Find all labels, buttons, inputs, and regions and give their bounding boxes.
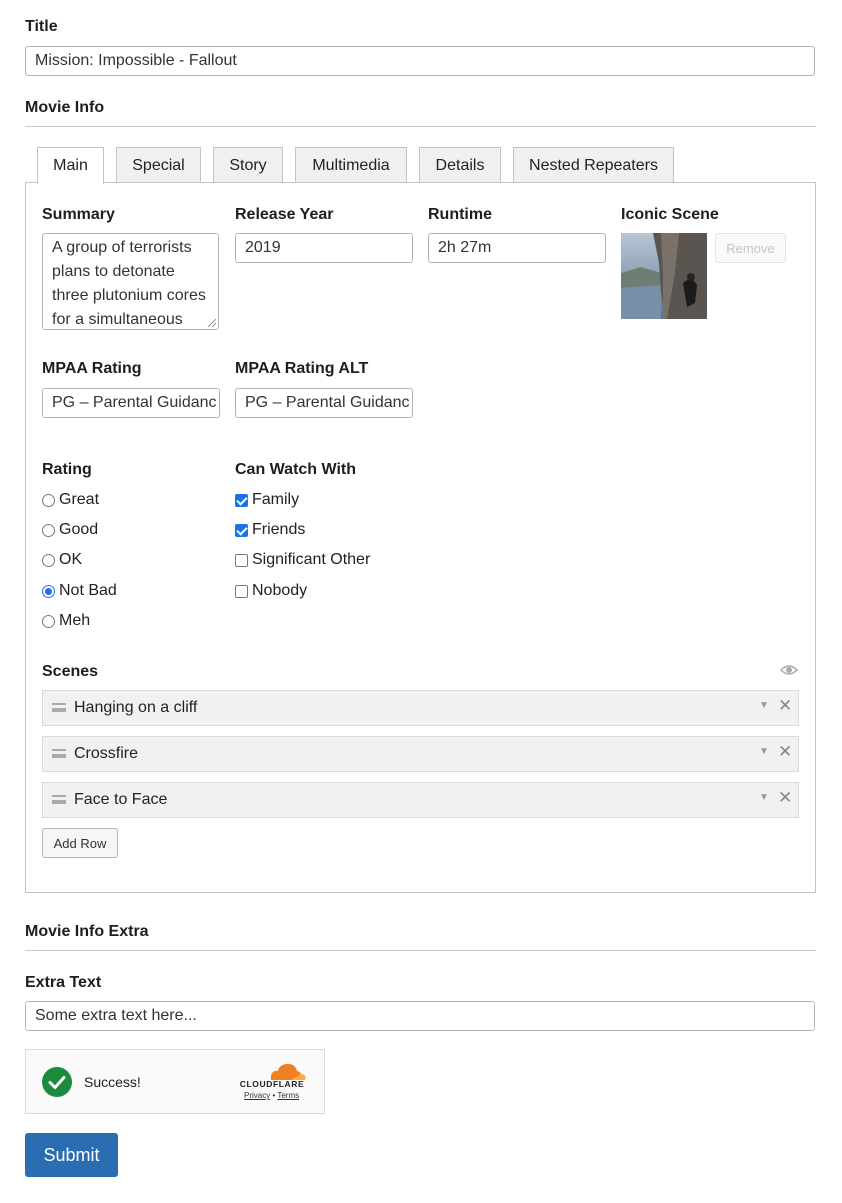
tab-story[interactable]: Story (213, 147, 283, 183)
rating-option-great[interactable]: Great (42, 491, 99, 509)
radio-button[interactable] (42, 493, 55, 507)
extra-text-label: Extra Text (25, 974, 102, 991)
checkbox-checked[interactable] (235, 523, 248, 537)
runtime-label: Runtime (428, 206, 492, 223)
radio-label: OK (59, 551, 83, 568)
resize-handle[interactable] (208, 319, 216, 327)
summary-line: plans to detonate (52, 263, 175, 280)
rating-option-not-bad[interactable]: Not Bad (42, 582, 117, 600)
release-year-input[interactable]: 2019 (235, 233, 413, 263)
runtime-input[interactable]: 2h 27m (428, 233, 606, 263)
title-label: Title (25, 18, 58, 35)
summary-textarea[interactable]: A group of terrorists plans to detonate … (42, 233, 219, 330)
tab-details[interactable]: Details (419, 147, 501, 183)
title-input[interactable]: Mission: Impossible - Fallout (25, 46, 815, 76)
tab-multimedia[interactable]: Multimedia (295, 147, 407, 183)
rating-option-good[interactable]: Good (42, 521, 98, 539)
watch-option-friends[interactable]: Friends (235, 521, 305, 539)
summary-line: A group of terrorists (52, 239, 192, 256)
scene-row[interactable]: Crossfire ▼ ✕ (42, 736, 799, 772)
mpaa-rating-alt-input[interactable]: PG – Parental Guidanc (235, 388, 413, 418)
tab-main[interactable]: Main (37, 147, 104, 184)
checkbox-label: Friends (252, 521, 306, 538)
release-year-label: Release Year (235, 206, 334, 223)
checkbox-label: Significant Other (252, 551, 371, 568)
captcha-status: Success! (84, 1074, 141, 1090)
drag-handle-icon[interactable] (52, 703, 66, 712)
radio-label: Meh (59, 612, 91, 629)
movie-info-extra-divider (25, 950, 816, 951)
eye-icon[interactable] (779, 663, 799, 677)
summary-label: Summary (42, 206, 115, 223)
rating-option-meh[interactable]: Meh (42, 612, 90, 630)
collapse-caret-icon[interactable]: ▼ (759, 792, 769, 803)
checkbox[interactable] (235, 553, 248, 567)
radio-label: Not Bad (59, 582, 117, 599)
radio-button-selected[interactable] (42, 584, 55, 598)
scene-row[interactable]: Face to Face ▼ ✕ (42, 782, 799, 818)
collapse-caret-icon[interactable]: ▼ (759, 700, 769, 711)
checkbox-checked[interactable] (235, 493, 248, 507)
watch-option-significant-other[interactable]: Significant Other (235, 551, 370, 569)
iconic-scene-image (621, 233, 707, 319)
checkbox[interactable] (235, 584, 248, 598)
close-icon[interactable]: ✕ (778, 696, 792, 716)
mpaa-rating-alt-label: MPAA Rating ALT (235, 360, 369, 377)
summary-line: for a simultaneous (52, 311, 183, 328)
scene-row-title: Face to Face (74, 791, 168, 808)
cloudflare-brand-text: CLOUDFLARE (239, 1079, 305, 1089)
movie-info-divider (25, 126, 816, 127)
drag-handle-icon[interactable] (52, 795, 66, 804)
radio-button[interactable] (42, 523, 55, 537)
scene-row-title: Hanging on a cliff (74, 699, 198, 716)
close-icon[interactable]: ✕ (778, 788, 792, 808)
captcha-widget[interactable]: Success! CLOUDFLARE Privacy • Terms (25, 1049, 325, 1114)
collapse-caret-icon[interactable]: ▼ (759, 746, 769, 757)
remove-image-button[interactable]: Remove (715, 233, 786, 263)
summary-line: three plutonium cores (52, 287, 206, 304)
can-watch-with-label: Can Watch With (235, 461, 357, 478)
scene-row-title: Crossfire (74, 745, 139, 762)
tab-special[interactable]: Special (116, 147, 201, 183)
privacy-link[interactable]: Privacy (244, 1091, 270, 1100)
success-check-icon (42, 1067, 72, 1097)
movie-info-extra-heading: Movie Info Extra (25, 923, 149, 940)
terms-link[interactable]: Terms (277, 1091, 299, 1100)
watch-option-family[interactable]: Family (235, 491, 299, 509)
scene-row[interactable]: Hanging on a cliff ▼ ✕ (42, 690, 799, 726)
captcha-links: Privacy • Terms (244, 1091, 299, 1100)
radio-button[interactable] (42, 553, 55, 567)
checkbox-label: Nobody (252, 582, 308, 599)
close-icon[interactable]: ✕ (778, 742, 792, 762)
add-row-button[interactable]: Add Row (42, 828, 118, 858)
submit-button[interactable]: Submit (25, 1133, 118, 1177)
rating-label: Rating (42, 461, 92, 478)
radio-label: Great (59, 491, 100, 508)
watch-option-nobody[interactable]: Nobody (235, 582, 307, 600)
iconic-scene-label: Iconic Scene (621, 206, 719, 223)
extra-text-input[interactable]: Some extra text here... (25, 1001, 815, 1031)
link-separator: • (272, 1091, 276, 1100)
mpaa-rating-input[interactable]: PG – Parental Guidanc (42, 388, 220, 418)
radio-label: Good (59, 521, 99, 538)
scenes-label: Scenes (42, 663, 99, 680)
movie-info-heading: Movie Info (25, 99, 105, 116)
radio-button[interactable] (42, 614, 55, 628)
tab-nested-repeaters[interactable]: Nested Repeaters (513, 147, 674, 183)
rating-option-ok[interactable]: OK (42, 551, 82, 569)
mpaa-rating-label: MPAA Rating (42, 360, 142, 377)
checkbox-label: Family (252, 491, 300, 508)
drag-handle-icon[interactable] (52, 749, 66, 758)
